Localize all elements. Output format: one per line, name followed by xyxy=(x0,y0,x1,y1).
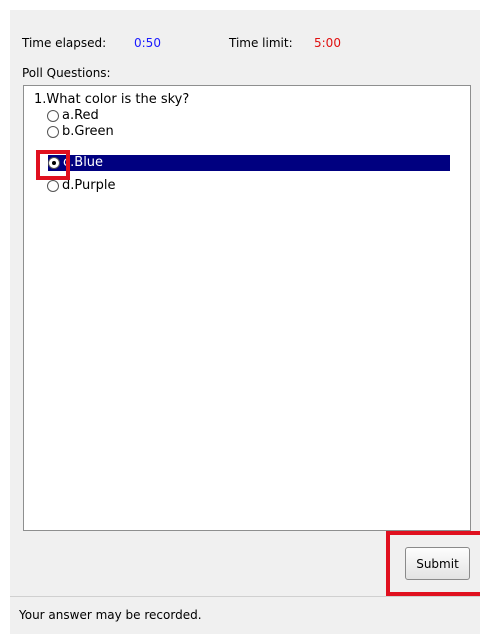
option-label: b.Green xyxy=(62,124,114,139)
status-bar: Your answer may be recorded. xyxy=(10,596,480,634)
option-c[interactable]: c.Blue xyxy=(48,155,450,171)
time-elapsed-value: 0:50 xyxy=(134,36,161,50)
time-limit-label: Time limit: xyxy=(229,36,293,50)
option-label: c.Blue xyxy=(63,155,104,170)
radio-unchecked-icon[interactable] xyxy=(47,110,59,122)
radio-unchecked-icon[interactable] xyxy=(47,126,59,138)
radio-dot xyxy=(52,161,56,165)
question-list[interactable]: 1.What color is the sky? a.Red b.Green c… xyxy=(23,85,471,531)
poll-window: Time elapsed: 0:50 Time limit: 5:00 Poll… xyxy=(0,0,480,634)
option-label: d.Purple xyxy=(62,178,116,193)
status-text: Your answer may be recorded. xyxy=(19,608,202,622)
option-label: a.Red xyxy=(62,108,99,123)
time-limit-value: 5:00 xyxy=(314,36,341,50)
time-elapsed-label: Time elapsed: xyxy=(22,36,107,50)
poll-questions-label: Poll Questions: xyxy=(22,66,111,80)
submit-button[interactable]: Submit xyxy=(405,547,470,580)
radio-unchecked-icon[interactable] xyxy=(47,180,59,192)
question-text: 1.What color is the sky? xyxy=(34,92,190,107)
radio-checked-icon[interactable] xyxy=(48,157,60,169)
